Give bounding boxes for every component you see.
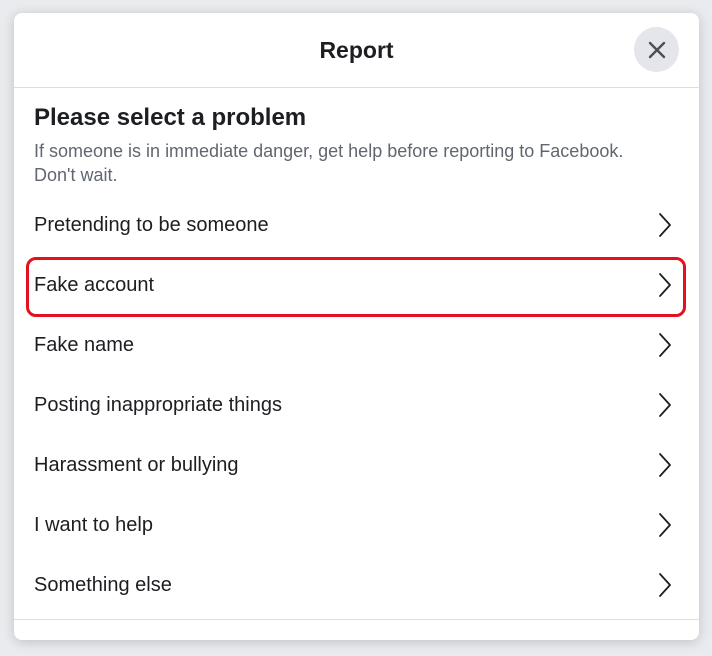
dialog-content: Please select a problem If someone is in… bbox=[14, 88, 699, 615]
option-label: Pretending to be someone bbox=[34, 213, 269, 236]
close-icon bbox=[648, 41, 665, 58]
chevron-right-icon bbox=[655, 511, 675, 539]
chevron-right-icon bbox=[655, 271, 675, 299]
close-button[interactable] bbox=[634, 27, 679, 72]
option-label: Fake name bbox=[34, 333, 135, 356]
dialog-header: Report bbox=[14, 13, 699, 88]
report-dialog: Report Please select a problem If someon… bbox=[14, 13, 699, 640]
footer-divider bbox=[14, 619, 699, 620]
chevron-right-icon bbox=[655, 571, 675, 599]
option-label: Harassment or bullying bbox=[34, 453, 239, 476]
chevron-right-icon bbox=[655, 451, 675, 479]
dialog-title: Report bbox=[319, 36, 394, 63]
option-label: Something else bbox=[34, 573, 172, 596]
option-fake-account[interactable]: Fake account bbox=[26, 255, 686, 317]
option-label: I want to help bbox=[34, 513, 153, 536]
option-something-else[interactable]: Something else bbox=[34, 555, 679, 615]
option-inappropriate[interactable]: Posting inappropriate things bbox=[34, 375, 679, 435]
option-pretending[interactable]: Pretending to be someone bbox=[34, 195, 679, 255]
problem-heading: Please select a problem bbox=[34, 104, 307, 131]
option-fake-name[interactable]: Fake name bbox=[34, 315, 679, 375]
option-label: Posting inappropriate things bbox=[34, 393, 282, 416]
chevron-right-icon bbox=[655, 391, 675, 419]
option-harassment[interactable]: Harassment or bullying bbox=[34, 435, 679, 495]
problem-list: Pretending to be someone Fake account Fa… bbox=[26, 195, 686, 615]
chevron-right-icon bbox=[655, 211, 675, 239]
option-want-to-help[interactable]: I want to help bbox=[34, 495, 679, 555]
danger-notice: If someone is in immediate danger, get h… bbox=[34, 141, 624, 185]
chevron-right-icon bbox=[655, 331, 675, 359]
option-label: Fake account bbox=[34, 273, 155, 296]
